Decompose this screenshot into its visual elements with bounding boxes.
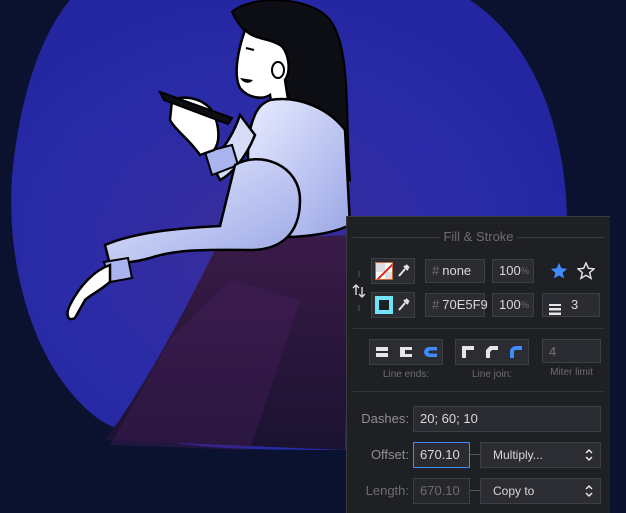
stroke-width-field[interactable]: 3 xyxy=(542,293,600,317)
line-ends-group xyxy=(369,339,443,365)
miter-limit-label: Miter limit xyxy=(550,367,593,378)
eyedropper-icon[interactable] xyxy=(396,297,410,318)
stroke-color-button[interactable] xyxy=(371,292,415,318)
bevel-join-icon[interactable] xyxy=(480,340,504,364)
hash-symbol: # xyxy=(432,263,440,278)
square-cap-icon[interactable] xyxy=(394,340,418,364)
section-divider xyxy=(353,391,604,392)
ear xyxy=(271,61,285,79)
star-outline-icon[interactable] xyxy=(574,259,598,283)
stroke-hex-value: 70E5F9 xyxy=(442,297,488,312)
fill-swatch-none[interactable] xyxy=(375,262,393,280)
eyedropper-icon[interactable] xyxy=(396,263,410,284)
fill-stroke-panel: Fill & Stroke # none 100 % # 70E5F9 100 … xyxy=(346,216,610,513)
miter-join-icon[interactable] xyxy=(456,340,480,364)
section-divider xyxy=(353,328,604,329)
stroke-hex-field[interactable]: #70E5F9 xyxy=(425,293,488,317)
copy-mode-dropdown[interactable]: Copy to xyxy=(480,478,601,504)
blend-mode-dropdown[interactable]: Multiply... xyxy=(480,442,601,468)
percent-unit: % xyxy=(520,300,529,310)
dropdown-arrows-icon xyxy=(585,448,593,462)
dashes-value: 20; 60; 10 xyxy=(420,411,478,426)
stroke-opacity-value: 100 xyxy=(499,297,521,312)
offset-value: 670.10 xyxy=(420,447,460,462)
length-input[interactable]: 670.10 xyxy=(413,478,470,504)
miter-limit-input[interactable] xyxy=(542,339,601,363)
dashes-input[interactable]: 20; 60; 10 xyxy=(413,406,601,432)
copy-mode-value: Copy to xyxy=(493,484,535,498)
offset-input[interactable]: 670.10 xyxy=(413,442,470,468)
round-join-icon[interactable] xyxy=(504,340,528,364)
blend-mode-value: Multiply... xyxy=(493,448,543,462)
connector-line xyxy=(470,490,480,491)
fill-opacity-field[interactable]: 100 % xyxy=(492,259,534,283)
line-join-group xyxy=(455,339,529,365)
stroke-swatch[interactable] xyxy=(375,296,393,314)
dropdown-arrows-icon xyxy=(585,484,593,498)
line-ends-label: Line ends: xyxy=(382,369,430,380)
fill-color-button[interactable] xyxy=(371,258,415,284)
title-divider-right xyxy=(517,237,605,238)
fill-opacity-value: 100 xyxy=(499,263,521,278)
length-value: 670.10 xyxy=(420,483,460,498)
length-label: Length: xyxy=(365,483,409,498)
round-cap-icon[interactable] xyxy=(418,340,442,364)
dashes-label: Dashes: xyxy=(361,411,409,426)
fill-hex-value: none xyxy=(442,263,472,278)
connector-line xyxy=(470,454,480,455)
swap-fill-stroke-icon[interactable] xyxy=(351,271,366,311)
fill-hex-field[interactable]: # none xyxy=(425,259,485,283)
star-filled-icon[interactable] xyxy=(547,259,571,283)
hash-symbol: # xyxy=(432,297,440,312)
offset-label: Offset: xyxy=(370,447,409,462)
stroke-opacity-field[interactable]: 100 % xyxy=(492,293,534,317)
percent-unit: % xyxy=(520,266,529,276)
line-join-label: Line join: xyxy=(471,369,513,380)
stroke-width-value: 3 xyxy=(571,297,579,312)
stroke-width-icon xyxy=(549,300,561,322)
butt-cap-icon[interactable] xyxy=(370,340,394,364)
